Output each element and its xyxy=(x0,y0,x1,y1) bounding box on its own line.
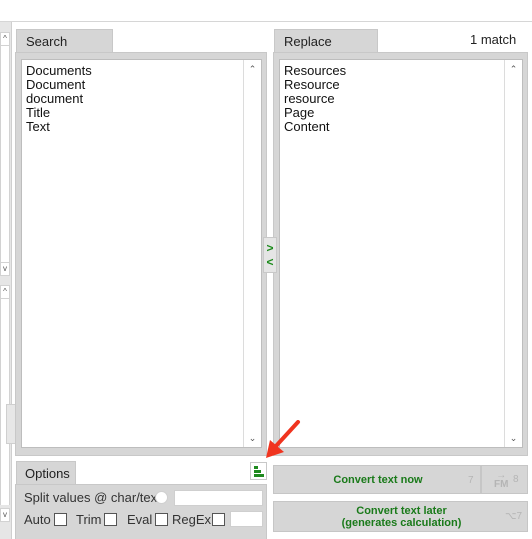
list-item[interactable]: Resources xyxy=(284,64,346,78)
list-item[interactable]: document xyxy=(26,92,92,106)
tab-options[interactable]: Options xyxy=(16,461,76,485)
list-item[interactable]: Content xyxy=(284,120,346,134)
list-item[interactable]: Document xyxy=(26,78,92,92)
trim-label: Trim xyxy=(76,512,102,527)
list-item[interactable]: Page xyxy=(284,106,346,120)
split-values-label: Split values @ char/text xyxy=(24,490,161,505)
convert-later-sublabel: (generates calculation) xyxy=(341,517,462,529)
tab-search-values[interactable]: Search Values xyxy=(16,29,113,72)
tab-replace-values[interactable]: Replace Values xyxy=(274,29,378,72)
scroll-up-icon[interactable]: ^ xyxy=(0,285,10,299)
scroll-down-icon[interactable]: v xyxy=(0,508,10,522)
options-tab-label: Options xyxy=(25,466,70,481)
fm-shortcut: 8 xyxy=(513,474,519,485)
list-item[interactable]: Resource xyxy=(284,78,346,92)
scroll-down-icon[interactable]: v xyxy=(0,262,10,276)
replace-values-list[interactable]: Resources Resource resource Page Content… xyxy=(279,59,523,448)
top-band xyxy=(0,0,532,22)
convert-later-label: Convert text later xyxy=(356,505,447,517)
convert-later-shortcut: ⌥7 xyxy=(505,511,523,522)
split-values-radio[interactable] xyxy=(155,491,168,504)
auto-label: Auto xyxy=(24,512,51,527)
convert-now-shortcut: 7 xyxy=(468,475,474,486)
list-item[interactable]: Title xyxy=(26,106,92,120)
left-column-strip: ^ v ^ v xyxy=(0,22,12,539)
scroll-up-icon[interactable]: ⌃ xyxy=(244,61,261,77)
fm-label: FM xyxy=(494,479,509,490)
bar-chart-icon[interactable] xyxy=(250,462,267,480)
regex-label: RegEx xyxy=(172,512,212,527)
regex-input[interactable] xyxy=(230,511,263,527)
swap-tab-label: > < xyxy=(266,241,274,269)
scroll-up-icon[interactable]: ^ xyxy=(0,32,10,46)
scroll-down-icon[interactable]: ⌄ xyxy=(244,430,261,446)
swap-values-tab[interactable]: > < xyxy=(263,237,277,273)
list-item[interactable]: resource xyxy=(284,92,346,106)
scroll-down-icon[interactable]: ⌄ xyxy=(505,430,522,446)
convert-now-button[interactable]: Convert text now xyxy=(273,465,481,494)
search-scrollbar[interactable]: ⌃ ⌄ xyxy=(243,60,261,447)
search-values-list[interactable]: Documents Document document Title Text ⌃… xyxy=(21,59,262,448)
left-scroll-track[interactable] xyxy=(0,299,10,505)
eval-checkbox[interactable] xyxy=(155,513,168,526)
match-count: 1 match xyxy=(470,32,517,47)
eval-label: Eval xyxy=(127,512,153,527)
red-arrow-icon xyxy=(266,420,300,458)
convert-now-label: Convert text now xyxy=(333,474,423,486)
list-item[interactable]: Text xyxy=(26,120,92,134)
split-char-input[interactable] xyxy=(174,490,263,506)
trim-checkbox[interactable] xyxy=(104,513,117,526)
replace-scrollbar[interactable]: ⌃ ⌄ xyxy=(504,60,522,447)
scroll-up-icon[interactable]: ⌃ xyxy=(505,61,522,77)
regex-checkbox[interactable] xyxy=(212,513,225,526)
convert-later-button[interactable]: Convert text later (generates calculatio… xyxy=(273,501,528,532)
auto-checkbox[interactable] xyxy=(54,513,67,526)
fm-arrow-icon: → FM xyxy=(494,470,509,490)
list-item[interactable]: Documents xyxy=(26,64,92,78)
left-scroll-track[interactable] xyxy=(0,46,10,262)
